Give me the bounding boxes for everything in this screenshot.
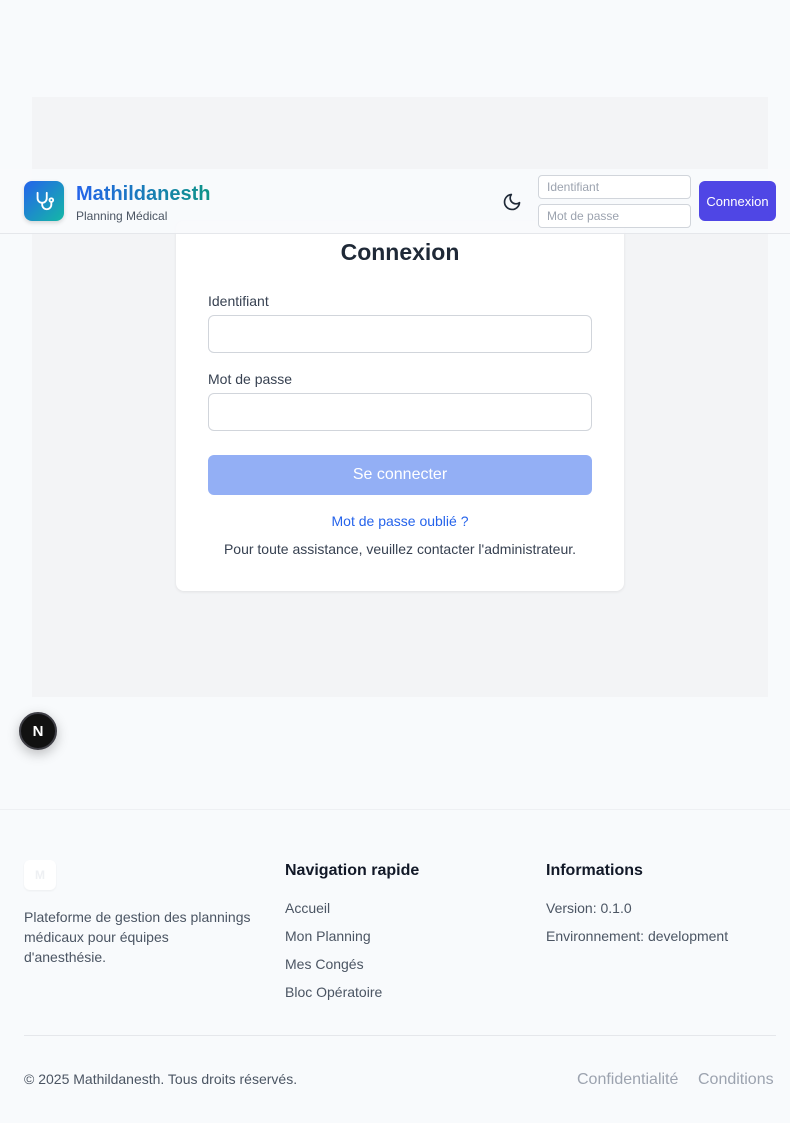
username-input[interactable] <box>208 315 592 353</box>
nav-heading: Navigation rapide <box>285 862 420 879</box>
header-password-input[interactable] <box>538 204 691 228</box>
terms-link[interactable]: Conditions <box>698 1071 774 1089</box>
app-logo[interactable] <box>24 181 64 221</box>
username-label: Identifiant <box>208 293 269 309</box>
brand-name[interactable]: Mathildanesth <box>76 183 210 206</box>
copyright-text: © 2025 Mathildanesth. Tous droits réserv… <box>24 1071 298 1087</box>
footer-link-accueil[interactable]: Accueil <box>285 900 330 916</box>
environment-text: Environnement: development <box>546 928 729 944</box>
version-text: Version: 0.1.0 <box>546 900 632 916</box>
dev-badge-letter: N <box>32 722 44 740</box>
dev-tools-badge[interactable]: N <box>19 712 57 750</box>
login-card: Connexion Identifiant Mot de passe Se co… <box>176 221 624 591</box>
assistance-text: Pour toute assistance, veuillez contacte… <box>223 541 577 557</box>
moon-icon <box>503 193 521 211</box>
footer-link-bloc-operatoire[interactable]: Bloc Opératoire <box>285 984 382 1000</box>
footer-link-mon-planning[interactable]: Mon Planning <box>285 928 371 944</box>
footer-logo-letter: M <box>35 868 45 882</box>
stethoscope-icon <box>36 191 55 211</box>
footer-divider <box>24 1035 776 1036</box>
info-heading: Informations <box>546 862 643 879</box>
footer-logo: M <box>24 860 56 890</box>
login-title: Connexion <box>340 239 460 265</box>
header-login-button[interactable]: Connexion <box>699 181 776 221</box>
brand-subtitle: Planning Médical <box>76 209 168 223</box>
header-username-input[interactable] <box>538 175 691 199</box>
password-input[interactable] <box>208 393 592 431</box>
submit-button[interactable]: Se connecter <box>208 455 592 495</box>
top-header: Mathildanesth Planning Médical Connexion <box>0 169 790 234</box>
footer-link-mes-conges[interactable]: Mes Congés <box>285 956 364 972</box>
footer-description: Plateforme de gestion des plannings médi… <box>24 909 251 965</box>
site-footer: M Plateforme de gestion des plannings mé… <box>0 809 790 1123</box>
privacy-link[interactable]: Confidentialité <box>577 1071 678 1089</box>
password-label: Mot de passe <box>208 371 293 387</box>
theme-toggle-button[interactable] <box>500 190 524 214</box>
forgot-password-link[interactable]: Mot de passe oublié ? <box>176 513 624 529</box>
